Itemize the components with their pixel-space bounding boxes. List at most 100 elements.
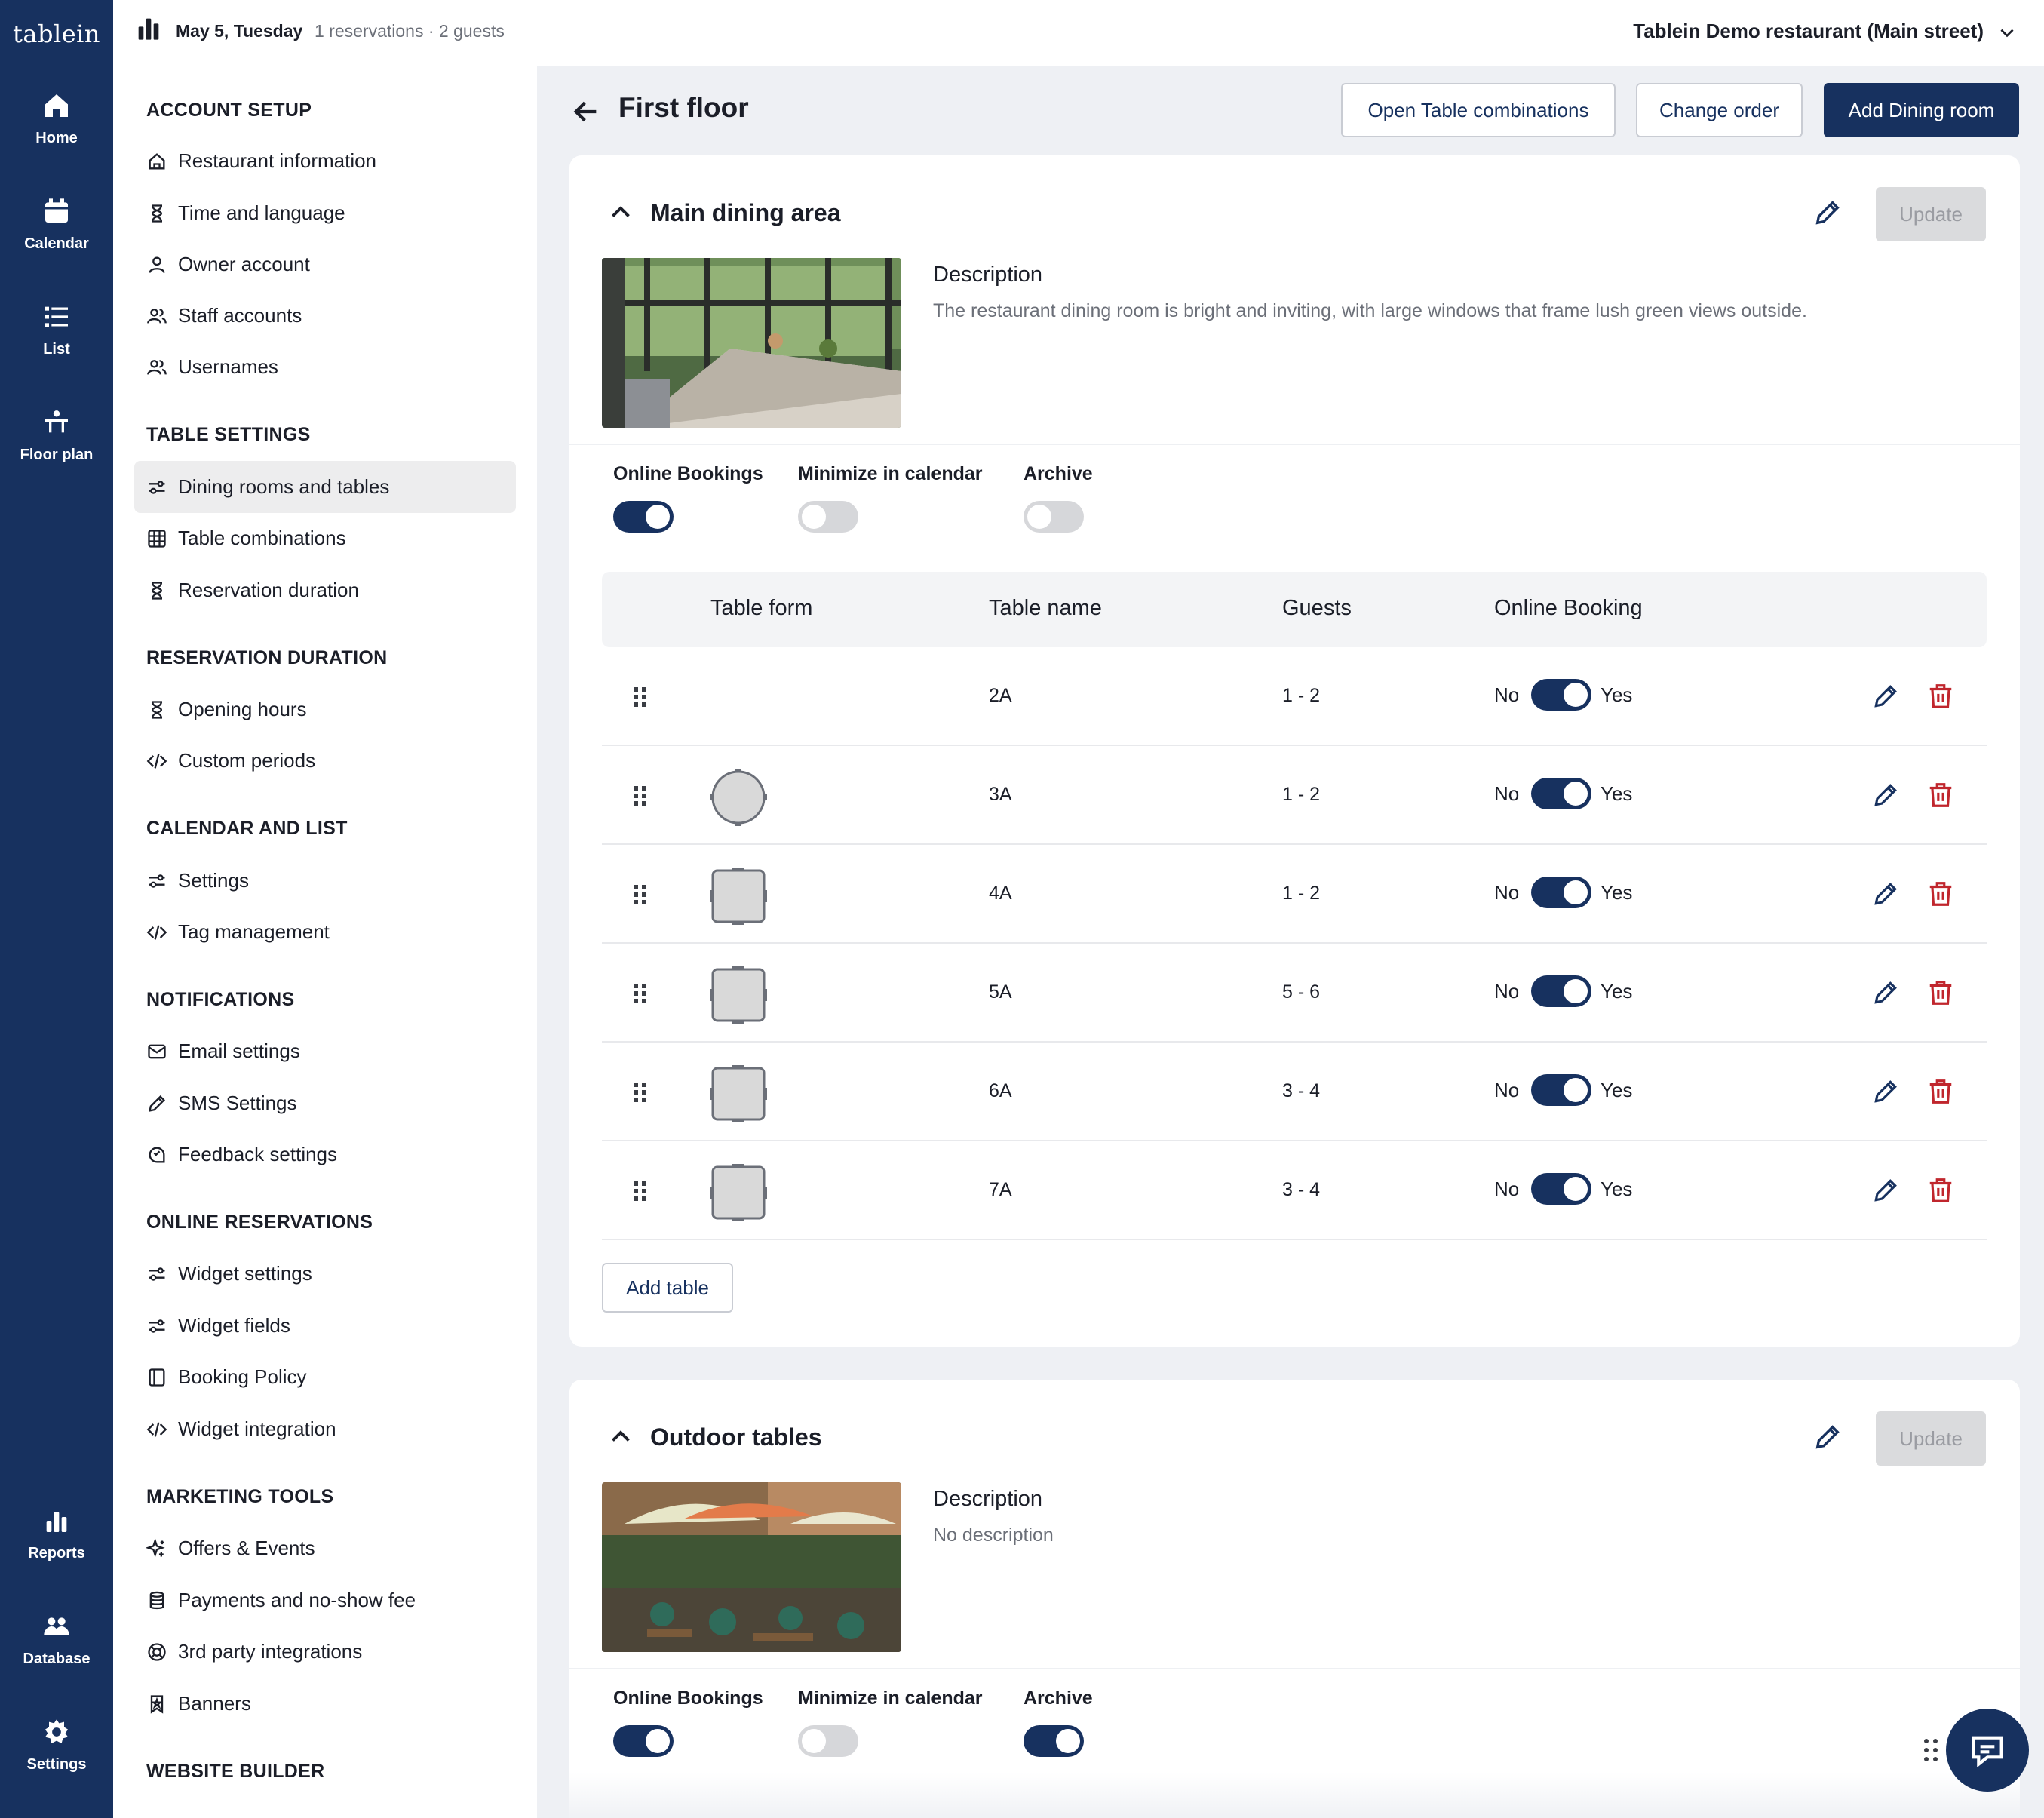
menu-label: Offers & Events [178,1537,315,1559]
edit-pencil-icon[interactable] [1871,1176,1900,1205]
table-online-toggle[interactable] [1531,975,1591,1007]
open-table-combinations-button[interactable]: Open Table combinations [1341,83,1616,137]
update-button[interactable]: Update [1876,1411,1986,1466]
restaurant-selector[interactable]: Tablein Demo restaurant (Main street) [1633,20,1984,43]
edit-pencil-icon[interactable] [1812,198,1843,228]
chevron-up-icon[interactable] [607,199,634,226]
table-online-toggle[interactable] [1531,1173,1591,1205]
menu-custom-periods[interactable]: Custom periods [134,735,516,787]
menu-widget-fields[interactable]: Widget fields [134,1300,516,1352]
edit-pencil-icon[interactable] [1871,682,1900,711]
minimize-in-calendar-toggle[interactable] [798,501,858,533]
menu-banners[interactable]: Banners [134,1678,516,1730]
minimize-in-calendar-toggle[interactable] [798,1725,858,1757]
room-title: Outdoor tables [650,1423,822,1451]
drag-handle-icon[interactable] [632,883,649,906]
square-table-icon [710,1164,767,1221]
menu-reservation-duration[interactable]: Reservation duration [134,564,516,616]
drag-handle-icon[interactable] [632,1081,649,1104]
archive-toggle[interactable] [1024,501,1084,533]
menu-opening-hours[interactable]: Opening hours [134,683,516,735]
table-online-toggle[interactable] [1531,778,1591,809]
menu-dining-rooms-and-tables[interactable]: Dining rooms and tables [134,461,516,513]
reports-icon [46,1512,67,1532]
table-online-toggle[interactable] [1531,877,1591,908]
table-online-toggle[interactable] [1531,679,1591,711]
menu-sms-settings[interactable]: SMS Settings [134,1077,516,1129]
current-date[interactable]: May 5, Tuesday [176,21,302,41]
table-guests: 1 - 2 [1282,685,1321,706]
chevron-up-icon[interactable] [607,1423,634,1451]
menu-offers-events[interactable]: Offers & Events [134,1522,516,1574]
menu-table-combinations[interactable]: Table combinations [134,512,516,564]
drag-handle-icon[interactable] [632,785,649,807]
chevron-down-icon[interactable] [1997,23,2017,42]
archive-toggle[interactable] [1024,1725,1084,1757]
no-label: No [1494,1178,1520,1200]
menu-label: Widget fields [178,1314,290,1337]
menu-booking-policy[interactable]: Booking Policy [134,1351,516,1403]
trash-icon[interactable] [1926,880,1955,908]
section-marketing-tools: MARKETING TOOLS [146,1486,334,1507]
add-dining-room-button[interactable]: Add Dining room [1824,83,2019,137]
menu-email-settings[interactable]: Email settings [134,1025,516,1077]
edit-pencil-icon[interactable] [1871,978,1900,1007]
chat-support-button[interactable] [1946,1709,2029,1792]
trash-icon[interactable] [1926,781,1955,809]
rail-calendar[interactable]: Calendar [0,196,113,287]
rail-list[interactable]: List [0,302,113,392]
description-heading: Description [933,1487,1043,1511]
table-guests: 1 - 2 [1282,883,1321,904]
table-name: 2A [989,685,1012,706]
menu-staff-accounts[interactable]: Staff accounts [134,290,516,342]
drag-handle-icon[interactable] [632,1180,649,1202]
change-order-button[interactable]: Change order [1636,83,1803,137]
menu-feedback-settings[interactable]: Feedback settings [134,1129,516,1181]
bar-chart-icon [138,18,159,40]
description-text: No description [933,1525,1054,1546]
online-bookings-toggle[interactable] [613,1725,674,1757]
section-calendar-and-list: CALENDAR AND LIST [146,818,348,839]
edit-pencil-icon[interactable] [1812,1422,1843,1452]
edit-pencil-icon[interactable] [1871,781,1900,809]
trash-icon[interactable] [1926,978,1955,1007]
menu-widget-settings[interactable]: Widget settings [134,1248,516,1300]
trash-icon[interactable] [1926,682,1955,711]
rail-database[interactable]: Database [0,1611,113,1702]
code-icon [146,924,167,940]
trash-icon[interactable] [1926,1176,1955,1205]
list-icon [45,306,68,327]
code-icon [146,753,167,769]
rail-reports[interactable]: Reports [0,1506,113,1596]
no-label: No [1494,881,1520,904]
menu-widget-integration[interactable]: Widget integration [134,1403,516,1455]
online-bookings-toggle[interactable] [613,501,674,533]
menu-owner-account[interactable]: Owner account [134,238,516,290]
menu-label: 3rd party integrations [178,1640,363,1663]
menu-label: Dining rooms and tables [178,475,390,498]
menu-restaurant-information[interactable]: Restaurant information [134,135,516,187]
rail-floor-plan[interactable]: Floor plan [0,407,113,498]
update-button[interactable]: Update [1876,187,1986,241]
section-online-reservations: ONLINE RESERVATIONS [146,1211,373,1233]
drag-handle-icon[interactable] [632,982,649,1005]
rail-settings[interactable]: Settings [0,1717,113,1807]
back-arrow-icon[interactable] [571,97,601,127]
table-online-toggle[interactable] [1531,1074,1591,1106]
menu-usernames[interactable]: Usernames [134,341,516,393]
edit-pencil-icon[interactable] [1871,880,1900,908]
menu-payments[interactable]: Payments and no-show fee [134,1574,516,1626]
menu-3rd-party-integrations[interactable]: 3rd party integrations [134,1626,516,1678]
trash-icon[interactable] [1926,1077,1955,1106]
menu-label: Email settings [178,1040,300,1062]
rail-home[interactable]: Home [0,91,113,181]
edit-pencil-icon[interactable] [1871,1077,1900,1106]
menu-time-and-language[interactable]: Time and language [134,187,516,239]
drag-handle-icon[interactable] [632,686,649,708]
col-online-booking: Online Booking [1494,596,1643,620]
menu-tag-management[interactable]: Tag management [134,906,516,958]
add-table-button[interactable]: Add table [602,1263,733,1313]
users-icon [147,308,167,324]
menu-settings[interactable]: Settings [134,855,516,907]
table-row: 7A 3 - 4 No Yes [602,1141,1987,1240]
